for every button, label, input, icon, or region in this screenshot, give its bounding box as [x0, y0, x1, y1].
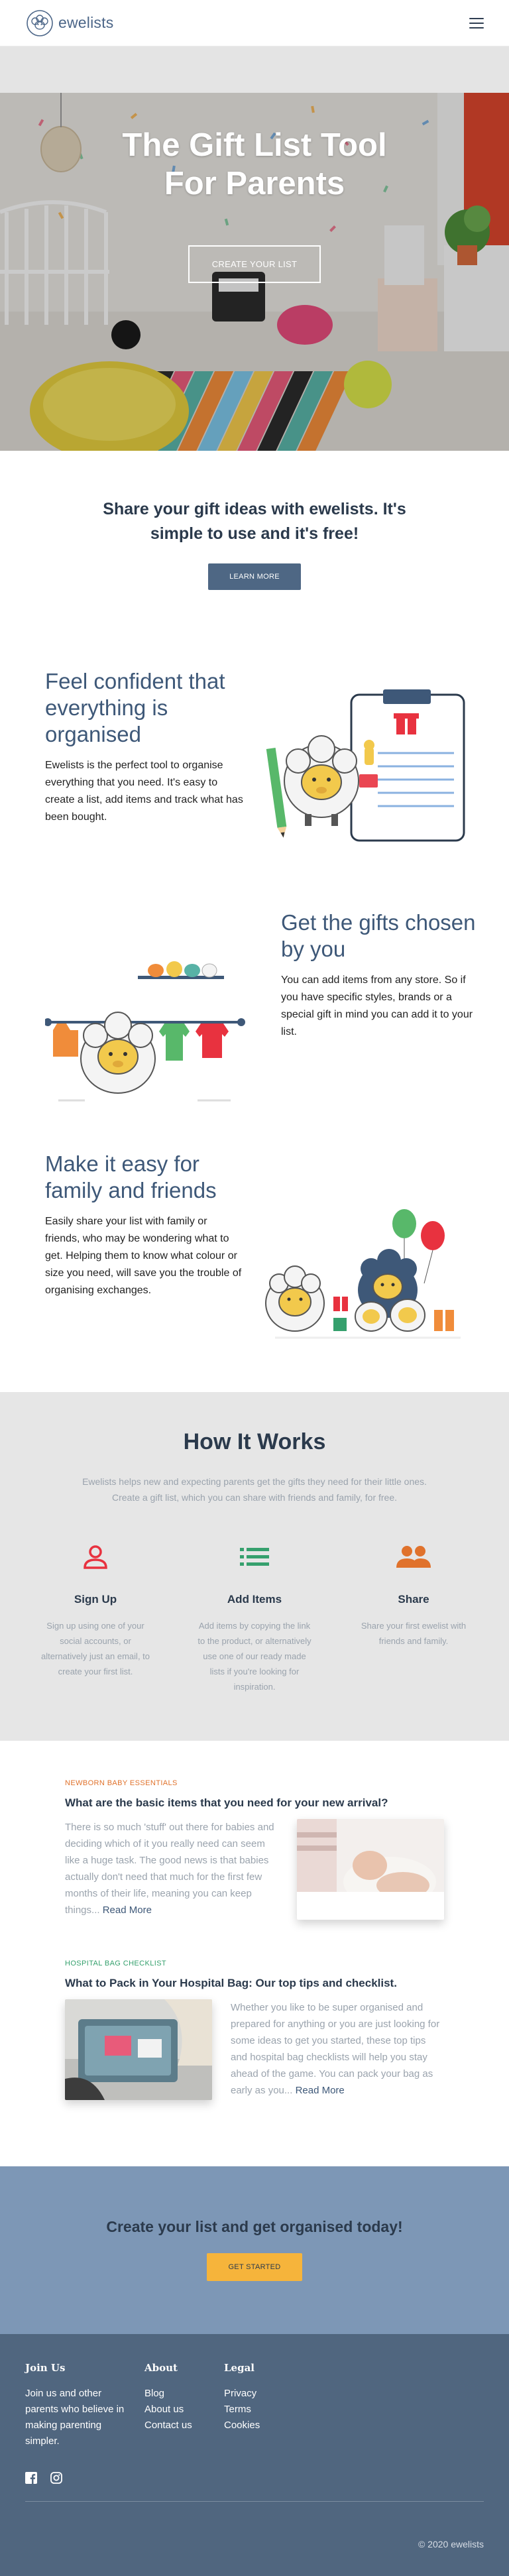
article-excerpt-text: There is so much 'stuff' out there for b…	[65, 1822, 274, 1916]
feature-text: Ewelists is the perfect tool to organise…	[45, 760, 243, 823]
step-text: Add items by copying the link to the pro…	[198, 1621, 311, 1692]
hamburger-menu-icon[interactable]	[469, 17, 484, 29]
sheep-clipboard-illustration	[266, 689, 465, 842]
step-sign-up: Sign Up Sign up using one of your social…	[16, 1543, 175, 1694]
how-description-line: Create a gift list, which you can share …	[111, 1492, 398, 1503]
footer-divider	[25, 2501, 484, 2502]
footer-about-column: About Blog About us Contact us	[144, 2362, 224, 2449]
feature-family: Make it easy for family and friends Easi…	[0, 1151, 509, 1392]
footer-link-blog[interactable]: Blog	[144, 2386, 224, 2402]
facebook-icon[interactable]	[25, 2472, 37, 2484]
list-icon	[240, 1548, 269, 1566]
footer-link-terms[interactable]: Terms	[224, 2402, 260, 2418]
article-title[interactable]: What to Pack in Your Hospital Bag: Our t…	[65, 1975, 444, 1991]
how-it-works-section: How It Works Ewelists helps new and expe…	[0, 1392, 509, 1741]
sheep-family-illustration	[265, 1209, 461, 1339]
feature-organised: Feel confident that everything is organi…	[0, 668, 509, 909]
footer-heading: Join Us	[25, 2362, 66, 2374]
how-description-line: Ewelists helps new and expecting parents…	[82, 1476, 427, 1487]
header-spacer	[0, 46, 509, 93]
step-title: Add Items	[227, 1593, 282, 1606]
hospital-bag-photo	[65, 1999, 212, 2100]
share-title: Share your gift ideas with ewelists. It'…	[103, 500, 406, 543]
footer-link-about-us[interactable]: About us	[144, 2402, 224, 2418]
footer-heading: About	[144, 2362, 178, 2374]
footer-legal-column: Legal Privacy Terms Cookies	[224, 2362, 260, 2449]
baby-photo	[297, 1819, 444, 1920]
sheep-logo-icon	[27, 9, 53, 36]
footer-join-column: Join Us Join us and other parents who be…	[25, 2362, 144, 2449]
site-header: ewelists	[0, 0, 509, 46]
step-title: Sign Up	[74, 1593, 117, 1606]
instagram-icon[interactable]	[50, 2472, 62, 2484]
footer-heading: Legal	[224, 2362, 254, 2374]
article-excerpt: Whether you like to be super organised a…	[231, 1999, 444, 2100]
read-more-link[interactable]: Read More	[296, 2085, 345, 2096]
social-links	[25, 2472, 484, 2484]
articles-section: NEWBORN BABY ESSENTIALS What are the bas…	[0, 1741, 509, 2166]
article-image[interactable]	[65, 1999, 212, 2100]
feature-title: Make it easy for family and friends	[45, 1151, 217, 1202]
cta-section: Create your list and get organised today…	[0, 2166, 509, 2334]
article-image[interactable]	[297, 1819, 444, 1920]
site-footer: Join Us Join us and other parents who be…	[0, 2334, 509, 2576]
feature-title: Feel confident that everything is organi…	[45, 669, 225, 746]
how-description: Ewelists helps new and expecting parents…	[82, 1474, 427, 1505]
hero-section: The Gift List Tool For Parents CREATE YO…	[0, 93, 509, 451]
article-category[interactable]: HOSPITAL BAG CHECKLIST	[65, 1960, 444, 1967]
feature-text: Easily share your list with family or fr…	[45, 1216, 242, 1296]
read-more-link[interactable]: Read More	[103, 1904, 152, 1916]
how-title: How It Works	[183, 1429, 326, 1454]
article-newborn-essentials[interactable]: NEWBORN BABY ESSENTIALS What are the bas…	[65, 1779, 444, 1920]
step-share: Share Share your first ewelist with frie…	[334, 1543, 493, 1694]
hero-content: The Gift List Tool For Parents CREATE YO…	[0, 126, 509, 283]
steps: Sign Up Sign up using one of your social…	[0, 1543, 509, 1694]
hero-title: The Gift List Tool For Parents	[122, 127, 387, 202]
share-section: Share your gift ideas with ewelists. It'…	[0, 451, 509, 668]
people-icon	[396, 1546, 431, 1568]
article-excerpt: There is so much 'stuff' out there for b…	[65, 1819, 278, 1920]
feature-title: Get the gifts chosen by you	[281, 910, 476, 961]
sheep-clothesline-illustration	[45, 961, 245, 1102]
step-title: Share	[398, 1593, 429, 1606]
article-hospital-bag[interactable]: HOSPITAL BAG CHECKLIST What to Pack in Y…	[65, 1960, 444, 2100]
cta-title: Create your list and get organised today…	[106, 2218, 403, 2235]
footer-join-text: Join us and other parents who believe in…	[25, 2388, 125, 2447]
article-category[interactable]: NEWBORN BABY ESSENTIALS	[65, 1779, 444, 1787]
copyright: © 2020 ewelists	[418, 2539, 484, 2549]
article-excerpt-text: Whether you like to be super organised a…	[231, 2002, 440, 2096]
footer-link-cookies[interactable]: Cookies	[224, 2418, 260, 2433]
step-text: Sign up using one of your social account…	[40, 1621, 150, 1676]
logo-text: ewelists	[58, 14, 114, 31]
footer-link-privacy[interactable]: Privacy	[224, 2386, 260, 2402]
footer-link-contact-us[interactable]: Contact us	[144, 2418, 224, 2433]
article-title[interactable]: What are the basic items that you need f…	[65, 1795, 444, 1811]
get-started-button[interactable]: GET STARTED	[207, 2253, 302, 2281]
logo[interactable]: ewelists	[25, 9, 113, 38]
step-add-items: Add Items Add items by copying the link …	[175, 1543, 334, 1694]
learn-more-button[interactable]: LEARN MORE	[208, 563, 301, 590]
person-icon	[84, 1545, 107, 1569]
step-text: Share your first ewelist with friends an…	[361, 1621, 467, 1646]
feature-chosen: Get the gifts chosen by you You can add …	[0, 909, 509, 1151]
feature-text: You can add items from any store. So if …	[281, 974, 473, 1037]
create-list-button[interactable]: CREATE YOUR LIST	[188, 245, 321, 283]
